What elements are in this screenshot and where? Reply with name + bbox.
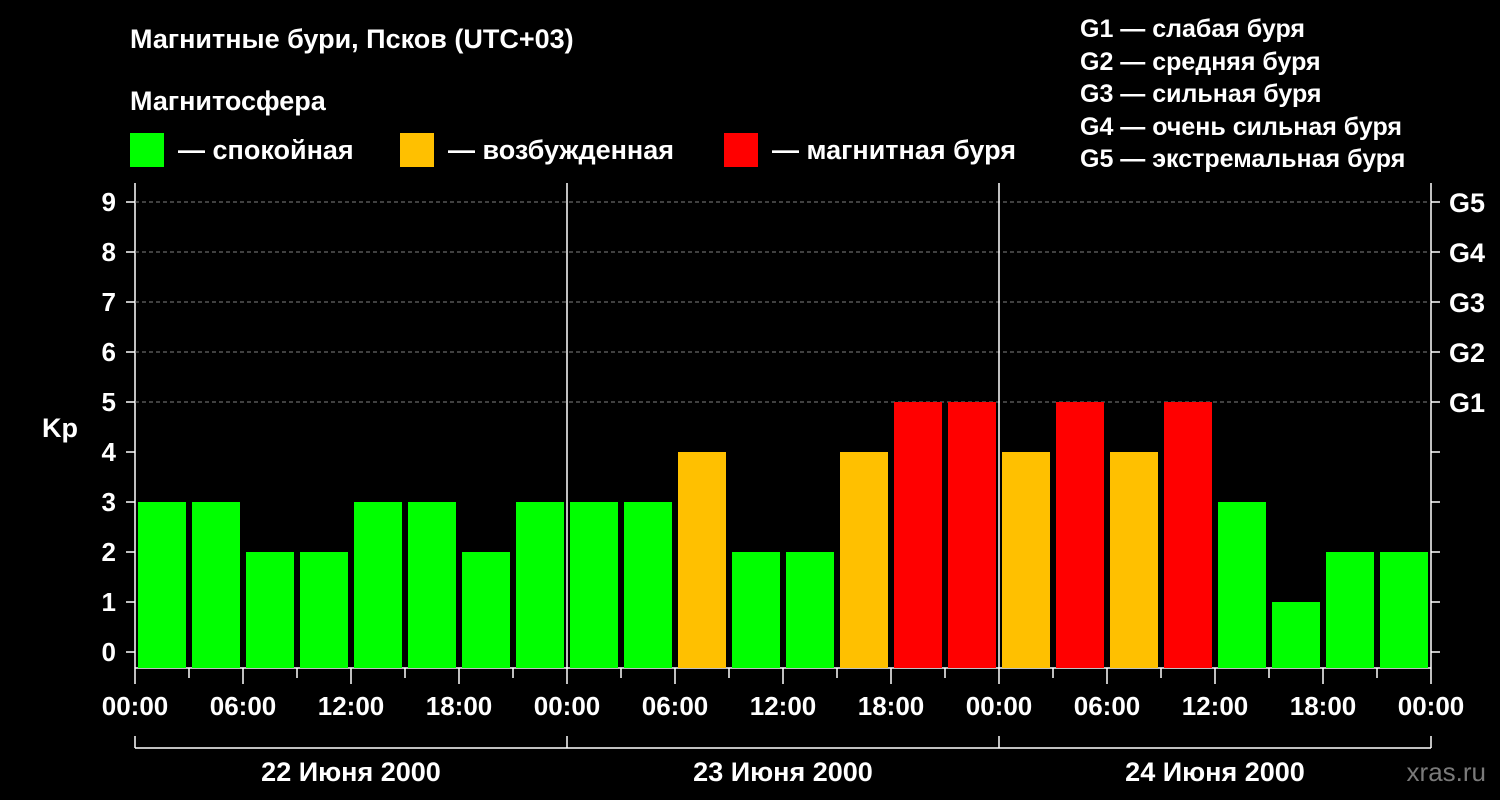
legend-label-active: — возбужденная [448, 135, 674, 165]
bar-kp-12 [786, 552, 834, 668]
x-tick-label-2: 12:00 [318, 691, 385, 721]
day-label-1: 23 Июня 2000 [693, 757, 873, 787]
chart-title: Магнитные бури, Псков (UTC+03) [130, 24, 574, 54]
x-tick-label-9: 06:00 [1074, 691, 1141, 721]
storm-level-g5: G5 — экстремальная буря [1080, 145, 1406, 173]
legend-item-storm: — магнитная буря [724, 133, 1024, 167]
legend-label-storm: — магнитная буря [772, 135, 1016, 165]
bar-kp-23 [1380, 552, 1428, 668]
legend-swatch-calm [130, 133, 164, 167]
legend-item-active: — возбужденная [400, 133, 690, 167]
y-tick-label-2: 2 [102, 537, 116, 567]
day-label-0: 22 Июня 2000 [261, 757, 441, 787]
bar-kp-1 [192, 502, 240, 668]
y-tick-label-3: 3 [102, 487, 116, 517]
y-tick-label-1: 1 [102, 587, 116, 617]
x-tick-label-7: 18:00 [858, 691, 925, 721]
bar-kp-21 [1272, 602, 1320, 668]
y-tick-label-0: 0 [102, 637, 116, 667]
storm-level-list: G1 — слабая буря G2 — средняя буря G3 — … [1080, 13, 1405, 176]
bar-kp-14 [894, 402, 942, 668]
storm-level-label-g2: G2 [1449, 338, 1485, 368]
x-tick-label-3: 18:00 [426, 691, 493, 721]
bar-kp-6 [462, 552, 510, 668]
storm-level-label-g3: G3 [1449, 288, 1485, 318]
y-tick-label-9: 9 [102, 187, 116, 217]
bar-kp-15 [948, 402, 996, 668]
bar-kp-5 [408, 502, 456, 668]
x-tick-label-10: 12:00 [1182, 691, 1249, 721]
day-label-2: 24 Июня 2000 [1125, 757, 1305, 787]
x-tick-label-11: 18:00 [1290, 691, 1357, 721]
bar-kp-9 [624, 502, 672, 668]
bar-kp-22 [1326, 552, 1374, 668]
bar-kp-3 [300, 552, 348, 668]
x-tick-label-12: 00:00 [1398, 691, 1465, 721]
storm-level-g4: G4 — очень сильная буря [1080, 112, 1402, 141]
bar-kp-2 [246, 552, 294, 668]
x-tick-label-4: 00:00 [534, 691, 601, 721]
bar-kp-18 [1110, 452, 1158, 668]
bar-kp-13 [840, 452, 888, 668]
bar-kp-7 [516, 502, 564, 668]
bar-kp-19 [1164, 402, 1212, 668]
storm-level-label-g1: G1 [1449, 388, 1485, 418]
x-tick-label-6: 12:00 [750, 691, 817, 721]
bar-kp-17 [1056, 402, 1104, 668]
bar-kp-4 [354, 502, 402, 668]
x-tick-label-0: 00:00 [102, 691, 169, 721]
legend-item-calm: — спокойная [130, 133, 370, 167]
watermark: xras.ru [1406, 757, 1486, 787]
bar-kp-11 [732, 552, 780, 668]
storm-level-g2: G2 — средняя буря [1080, 47, 1321, 76]
y-tick-label-8: 8 [102, 237, 116, 267]
bar-kp-16 [1002, 452, 1050, 668]
bar-kp-10 [678, 452, 726, 668]
y-axis-label: Kp [42, 413, 78, 443]
legend-swatch-active [400, 133, 434, 167]
y-tick-label-7: 7 [102, 287, 116, 317]
storm-level-g3: G3 — сильная буря [1080, 80, 1322, 108]
storm-level-g1: G1 — слабая буря [1080, 15, 1306, 43]
x-tick-label-8: 00:00 [966, 691, 1033, 721]
magnetosphere-subtitle: Магнитосфера [130, 86, 326, 116]
x-tick-label-1: 06:00 [210, 691, 277, 721]
storm-level-label-g4: G4 [1449, 238, 1485, 268]
y-tick-label-5: 5 [102, 387, 116, 417]
bar-kp-0 [138, 502, 186, 668]
bar-kp-20 [1218, 502, 1266, 668]
legend-label-calm: — спокойная [178, 135, 354, 165]
y-tick-label-4: 4 [102, 437, 117, 467]
bar-kp-8 [570, 502, 618, 668]
legend-swatch-storm [724, 133, 758, 167]
storm-level-label-g5: G5 [1449, 188, 1485, 218]
x-tick-label-5: 06:00 [642, 691, 709, 721]
y-tick-label-6: 6 [102, 337, 116, 367]
